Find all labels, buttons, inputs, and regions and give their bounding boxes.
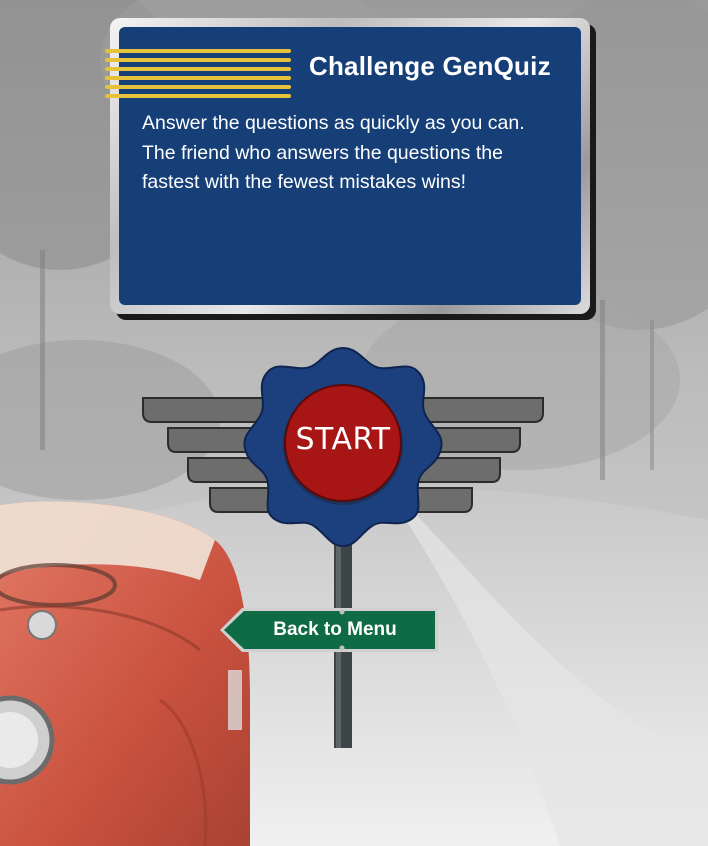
start-button[interactable] <box>285 387 401 503</box>
back-to-menu-label: Back to Menu <box>273 619 397 640</box>
instructions-text: Answer the questions as quickly as you c… <box>142 112 525 193</box>
stripes-decoration <box>105 49 291 99</box>
info-billboard: Challenge GenQuiz Answer the questions a… <box>105 18 590 314</box>
page-title: Challenge GenQuiz <box>309 51 551 81</box>
back-to-menu-button[interactable]: Back to Menu <box>218 606 440 654</box>
billboard-panel: Challenge GenQuiz Answer the questions a… <box>105 27 581 305</box>
game-screen: Challenge GenQuiz Answer the questions a… <box>0 0 708 846</box>
start-sign: START <box>140 340 550 760</box>
